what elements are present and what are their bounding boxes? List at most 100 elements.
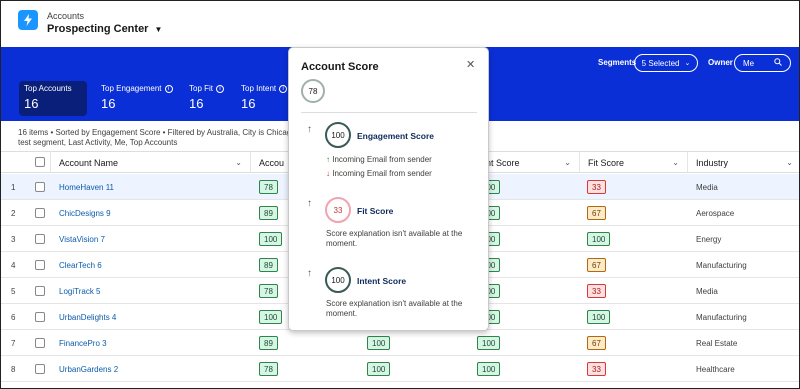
row-checkbox[interactable] bbox=[35, 260, 45, 270]
stat-value: 16 bbox=[101, 96, 116, 111]
owner-search[interactable]: Me bbox=[734, 54, 791, 72]
account-link[interactable]: ClearTech 6 bbox=[59, 261, 102, 270]
account-link[interactable]: UrbanGardens 2 bbox=[59, 365, 118, 374]
account-link[interactable]: UrbanDelights 4 bbox=[59, 313, 116, 322]
table-row[interactable]: 8 UrbanGardens 2 78 100 100 33 Healthcare bbox=[1, 356, 799, 382]
row-number: 2 bbox=[11, 209, 16, 218]
col-industry[interactable]: Industry ⌄ bbox=[687, 152, 799, 173]
page-header: Accounts Prospecting Center ▼ bbox=[1, 1, 799, 47]
row-number: 1 bbox=[11, 183, 16, 192]
row-checkbox[interactable] bbox=[35, 182, 45, 192]
fit-score-badge: 100 bbox=[587, 232, 611, 246]
intent-score-title: Intent Score bbox=[357, 276, 407, 286]
fit-score-ring: 33 bbox=[325, 197, 351, 223]
info-icon[interactable]: i bbox=[279, 84, 288, 93]
industry-cell: Manufacturing bbox=[696, 261, 747, 270]
stat-label: Top Intent bbox=[241, 84, 277, 93]
overall-score-ring: 78 bbox=[301, 79, 325, 103]
col-label: Account Name bbox=[59, 157, 119, 168]
account-score-popover: Account Score ✕ 78 ↑ 100 Engagement Scor… bbox=[288, 47, 489, 331]
divider bbox=[301, 112, 477, 113]
account-link[interactable]: LogiTrack 5 bbox=[59, 287, 101, 296]
search-icon bbox=[774, 58, 782, 68]
row-checkbox[interactable] bbox=[35, 312, 45, 322]
page-title: Prospecting Center bbox=[47, 23, 149, 35]
row-number: 5 bbox=[11, 287, 16, 296]
row-checkbox[interactable] bbox=[35, 208, 45, 218]
industry-cell: Healthcare bbox=[696, 365, 735, 374]
row-number: 8 bbox=[11, 365, 16, 374]
info-icon[interactable]: i bbox=[216, 84, 225, 93]
trend-arrow-icon: ↑ bbox=[307, 124, 312, 135]
account-link[interactable]: FinancePro 3 bbox=[59, 339, 107, 348]
owner-value: Me bbox=[743, 58, 755, 68]
stat-top-accounts[interactable]: Top Accounts 16 bbox=[19, 81, 87, 116]
row-number: 4 bbox=[11, 261, 16, 270]
row-checkbox[interactable] bbox=[35, 364, 45, 374]
stat-top-engagement[interactable]: Top Engagement i 16 bbox=[96, 81, 178, 116]
chevron-down-icon[interactable]: ⌄ bbox=[235, 158, 242, 167]
col-account-score[interactable]: Accou bbox=[250, 152, 290, 173]
breadcrumb[interactable]: Accounts bbox=[47, 11, 84, 21]
trend-arrow-icon: ↑ bbox=[307, 198, 312, 209]
account-score-badge: 89 bbox=[259, 258, 278, 272]
arrow-up-icon: ↑ bbox=[326, 155, 330, 164]
col-intent-score[interactable]: ent Score ⌄ bbox=[481, 152, 579, 173]
col-label: Accou bbox=[259, 157, 285, 168]
col-label: Industry bbox=[696, 157, 729, 168]
row-number: 6 bbox=[11, 313, 16, 322]
segments-label: Segments bbox=[598, 58, 637, 67]
account-score-badge: 78 bbox=[259, 284, 278, 298]
col-fit-score[interactable]: Fit Score ⌄ bbox=[579, 152, 687, 173]
caret-down-icon: ▼ bbox=[154, 24, 163, 34]
lightning-icon bbox=[18, 10, 38, 30]
row-number: 7 bbox=[11, 339, 16, 348]
stat-value: 16 bbox=[24, 96, 39, 111]
chevron-down-icon[interactable]: ⌄ bbox=[672, 158, 679, 167]
info-icon[interactable]: i bbox=[164, 84, 173, 93]
account-score-badge: 100 bbox=[259, 232, 283, 246]
fit-score-badge: 100 bbox=[587, 310, 611, 324]
popover-title: Account Score bbox=[301, 61, 379, 73]
engagement-score-ring: 100 bbox=[325, 122, 351, 148]
stat-top-fit[interactable]: Top Fit i 16 bbox=[184, 81, 234, 116]
table-row[interactable]: 7 FinancePro 3 89 100 100 67 Real Estate bbox=[1, 330, 799, 356]
segments-select[interactable]: 5 Selected ⌄ bbox=[634, 54, 698, 72]
stat-label: Top Fit bbox=[189, 84, 214, 93]
stat-top-intent[interactable]: Top Intent i 16 bbox=[236, 81, 296, 116]
intent-score-badge: 100 bbox=[477, 336, 501, 350]
account-link[interactable]: ChicDesigns 9 bbox=[59, 209, 111, 218]
fit-score-badge: 67 bbox=[587, 336, 606, 350]
fit-score-badge: 33 bbox=[587, 284, 606, 298]
fit-score-title: Fit Score bbox=[357, 206, 394, 216]
row-checkbox[interactable] bbox=[35, 338, 45, 348]
chevron-down-icon: ⌄ bbox=[684, 60, 691, 67]
chevron-down-icon[interactable]: ⌄ bbox=[786, 158, 793, 167]
page-title-dropdown[interactable]: Prospecting Center ▼ bbox=[47, 23, 162, 35]
stat-value: 16 bbox=[241, 96, 256, 111]
col-account-name[interactable]: Account Name ⌄ bbox=[50, 152, 250, 173]
account-score-badge: 78 bbox=[259, 180, 278, 194]
fit-score-badge: 67 bbox=[587, 206, 606, 220]
list-filter-summary: 16 items • Sorted by Engagement Score • … bbox=[18, 128, 298, 147]
engagement-detail-1: ↑ Incoming Email from sender bbox=[326, 155, 432, 164]
row-checkbox[interactable] bbox=[35, 234, 45, 244]
intent-score-text: Score explanation isn't available at the… bbox=[326, 299, 463, 318]
stat-label: Top Engagement bbox=[101, 84, 162, 93]
account-link[interactable]: HomeHaven 11 bbox=[59, 183, 114, 192]
select-all-checkbox[interactable] bbox=[35, 157, 45, 167]
close-icon[interactable]: ✕ bbox=[466, 58, 475, 71]
fit-score-text: Score explanation isn't available at the… bbox=[326, 229, 463, 248]
account-score-badge: 89 bbox=[259, 206, 278, 220]
segments-value: 5 Selected bbox=[641, 58, 680, 68]
engagement-score-badge: 100 bbox=[367, 362, 391, 376]
stat-label: Top Accounts bbox=[24, 84, 72, 93]
industry-cell: Real Estate bbox=[696, 339, 738, 348]
chevron-down-icon[interactable]: ⌄ bbox=[564, 158, 571, 167]
owner-label: Owner bbox=[708, 58, 733, 67]
account-link[interactable]: VistaVision 7 bbox=[59, 235, 105, 244]
arrow-down-icon: ↓ bbox=[326, 169, 330, 178]
row-checkbox[interactable] bbox=[35, 286, 45, 296]
account-score-badge: 100 bbox=[259, 310, 283, 324]
account-score-badge: 78 bbox=[259, 362, 278, 376]
